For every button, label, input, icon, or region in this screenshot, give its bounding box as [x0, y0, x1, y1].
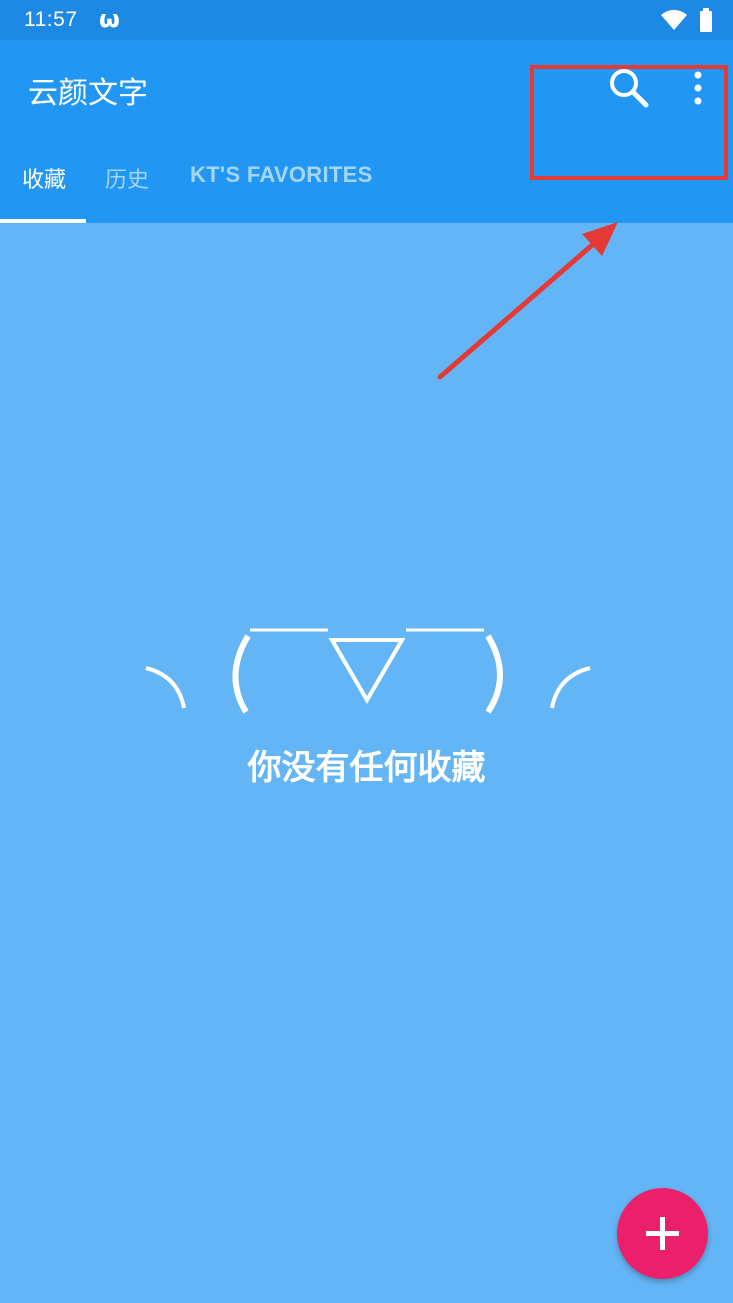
plus-icon: [646, 1217, 679, 1250]
empty-state-message: 你没有任何收藏: [247, 748, 486, 788]
add-button[interactable]: [617, 1188, 708, 1279]
empty-state-kaomoji-illustration: [145, 628, 591, 714]
tab-favorites[interactable]: 收藏: [22, 162, 66, 194]
app-bar: 云颜文字 收藏 历史 KT'S FAVORITES: [0, 40, 733, 223]
status-time: 11:57: [24, 8, 78, 31]
tab-history[interactable]: 历史: [105, 162, 149, 194]
wifi-icon: [661, 9, 687, 30]
notification-app-icon: ω: [99, 5, 120, 33]
app-title: 云颜文字: [28, 76, 148, 111]
tab-kts-favorites[interactable]: KT'S FAVORITES: [190, 162, 373, 188]
tab-indicator: [0, 219, 86, 223]
status-bar: 11:57 ω: [0, 0, 733, 40]
battery-icon: [700, 8, 712, 32]
annotation-arrow-icon: [437, 222, 618, 380]
